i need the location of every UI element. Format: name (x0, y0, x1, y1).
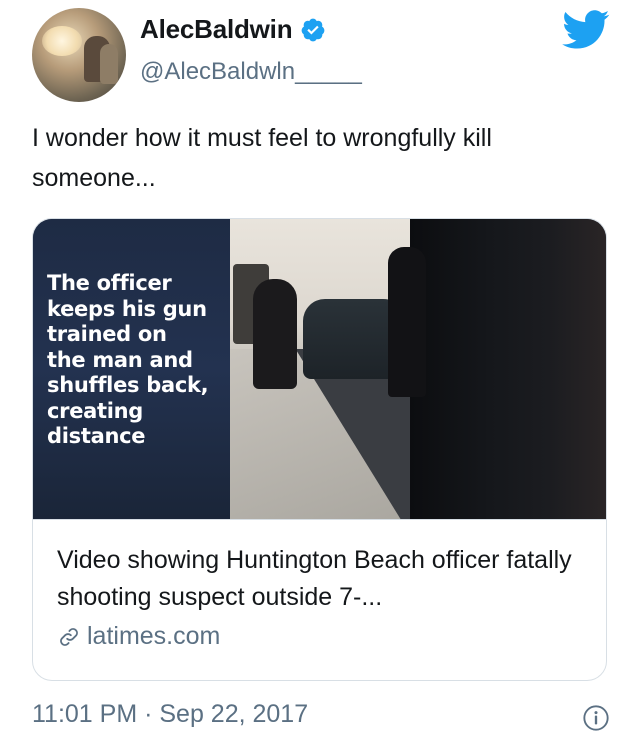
tweet-timestamp[interactable]: 11:01 PM · Sep 22, 2017 (32, 700, 308, 729)
card-domain: latimes.com (57, 622, 220, 651)
avatar-figure-2 (100, 44, 118, 84)
author-handle[interactable]: @AlecBaldwln_____ (140, 58, 362, 86)
media-person (253, 279, 297, 389)
author-name-row: AlecBaldwin (140, 14, 326, 45)
avatar[interactable] (32, 8, 126, 102)
info-icon[interactable] (582, 704, 610, 732)
card-domain-text: latimes.com (87, 622, 221, 650)
card-media-image[interactable]: The officer keeps his gun trained on the… (33, 219, 606, 519)
tweet: AlecBaldwin @AlecBaldwln_____ I wonder h… (0, 0, 640, 748)
media-officer (388, 247, 426, 397)
media-dark-panel (410, 219, 606, 519)
verified-badge-icon (302, 18, 325, 41)
tweet-text: I wonder how it must feel to wrongfully … (32, 124, 492, 192)
author-display-name[interactable]: AlecBaldwin (140, 14, 293, 45)
link-icon (60, 627, 78, 646)
card-title[interactable]: Video showing Huntington Beach officer f… (57, 542, 587, 616)
avatar-sun (42, 26, 82, 56)
card-body[interactable]: Video showing Huntington Beach officer f… (33, 519, 606, 680)
twitter-bird-icon[interactable] (562, 10, 610, 50)
link-card[interactable]: The officer keeps his gun trained on the… (32, 218, 607, 681)
media-caption-text: The officer keeps his gun trained on the… (47, 271, 209, 448)
